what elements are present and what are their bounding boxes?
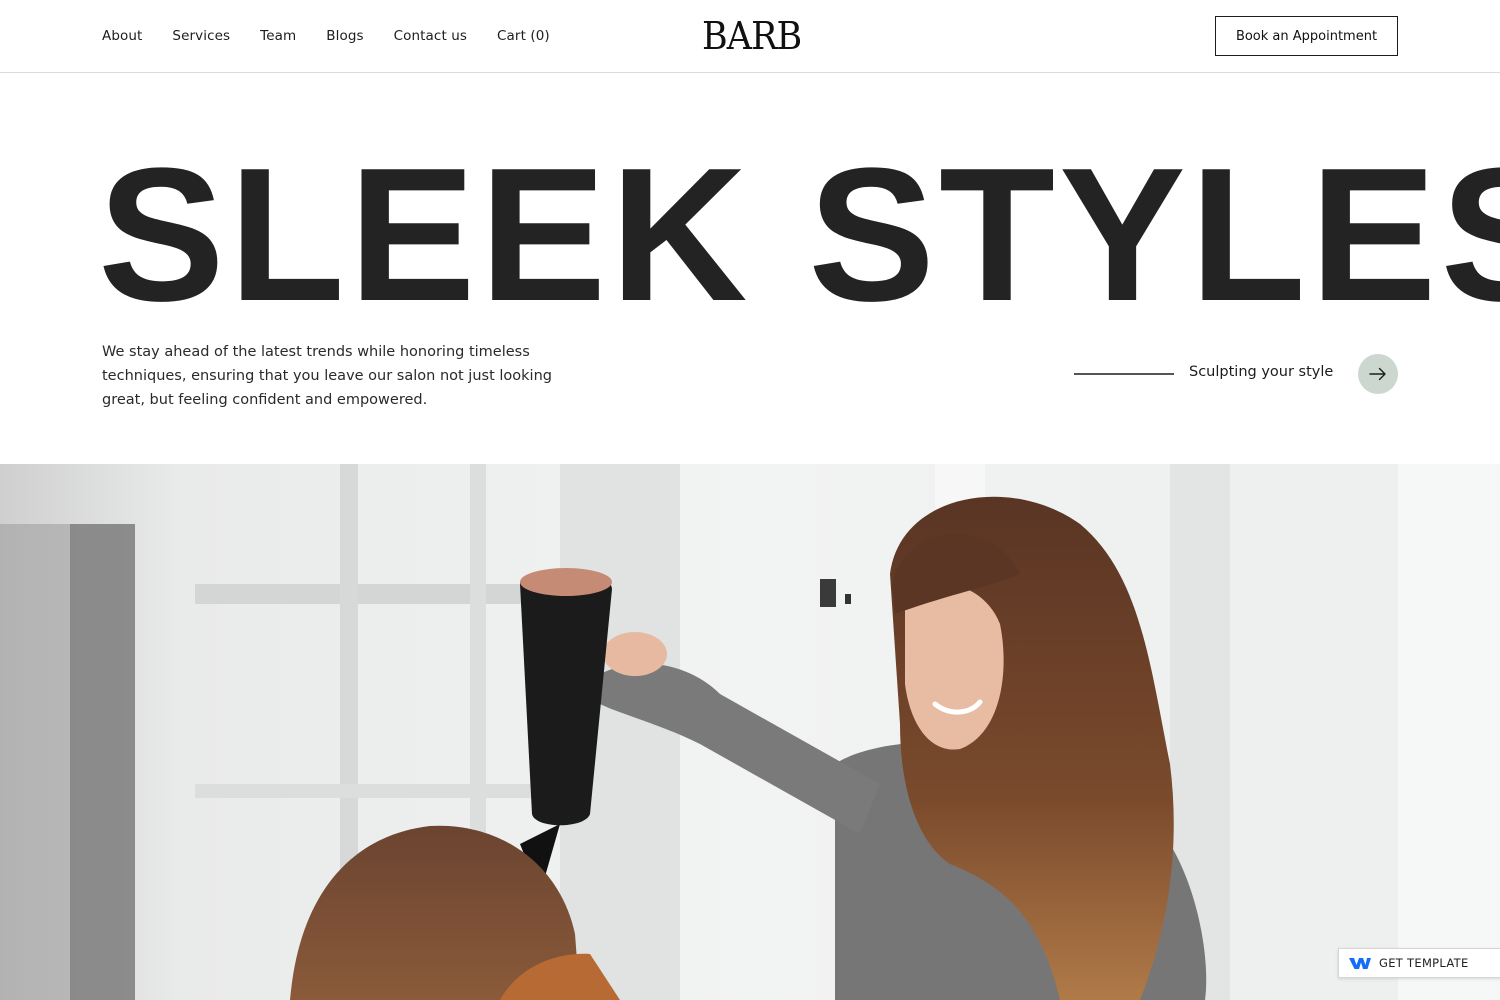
arrow-right-icon <box>1369 367 1386 381</box>
book-appointment-button[interactable]: Book an Appointment <box>1215 16 1398 56</box>
hero-description: We stay ahead of the latest trends while… <box>102 344 552 408</box>
tagline-text: Sculpting your style <box>1189 364 1334 380</box>
nav-item-cart[interactable]: Cart (0) <box>497 28 550 44</box>
tagline-arrow-button[interactable] <box>1358 354 1398 394</box>
get-template-label: GET TEMPLATE <box>1379 956 1469 970</box>
nav-item-about[interactable]: About <box>102 28 142 44</box>
tagline-divider <box>1074 373 1174 375</box>
hero-photo <box>0 464 1500 1000</box>
brand-logo[interactable]: BARB <box>702 14 802 58</box>
nav-item-services[interactable]: Services <box>172 28 230 44</box>
main-nav: About Services Team Blogs Contact us Car… <box>102 0 550 72</box>
nav-item-blogs[interactable]: Blogs <box>326 28 363 44</box>
hero-title: SLEEK STYLES <box>98 129 1500 341</box>
nav-item-contact[interactable]: Contact us <box>394 28 467 44</box>
get-template-badge[interactable]: GET TEMPLATE <box>1338 948 1500 978</box>
nav-item-team[interactable]: Team <box>260 28 296 44</box>
webflow-logo-icon <box>1349 958 1371 969</box>
site-header: About Services Team Blogs Contact us Car… <box>0 0 1500 73</box>
